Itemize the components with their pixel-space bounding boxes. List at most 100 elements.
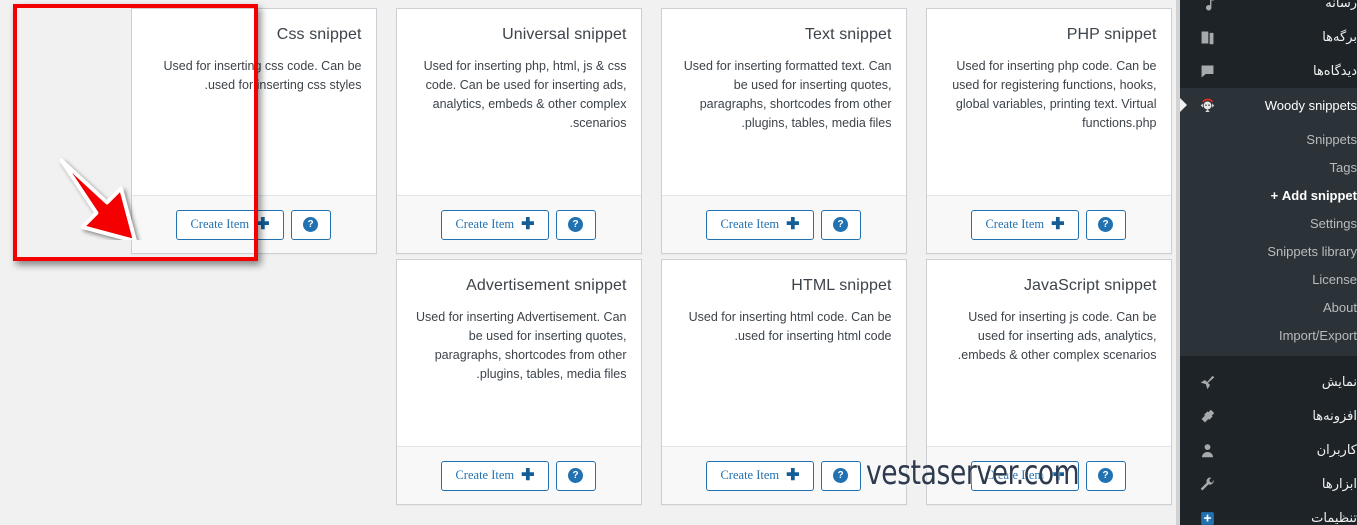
question-mark-icon: ? — [833, 217, 849, 232]
snippet-card-slot: Advertisement snippet Used for inserting … — [386, 259, 651, 505]
create-item-button[interactable]: Create Item ✚ — [441, 460, 549, 491]
woody-icon — [1190, 96, 1224, 115]
sidebar-item-label: ابزارها — [1321, 476, 1357, 491]
tools-icon — [1190, 476, 1224, 493]
create-item-button[interactable]: Create Item ✚ — [176, 209, 284, 240]
snippet-card-title: HTML snippet — [791, 277, 892, 294]
snippet-card-body: PHP snippet Used for inserting php code. … — [927, 9, 1171, 195]
admin-screen: PHP snippet Used for inserting php code. … — [0, 0, 1357, 525]
plus-icon: ✚ — [521, 466, 535, 484]
sidebar-item-label: کاربران — [1316, 442, 1357, 457]
snippet-card-title: Universal snippet — [502, 26, 627, 43]
create-item-label: Create Item — [190, 217, 250, 231]
help-button[interactable]: ? — [290, 209, 331, 240]
content-right-edge — [1176, 0, 1180, 525]
plus-icon: ✚ — [786, 215, 800, 233]
snippet-card-body: Text snippet Used for inserting formatted… — [662, 9, 906, 195]
sidebar-item-woody-snippets[interactable]: Woody snippets — [1180, 88, 1357, 122]
snippet-card-body: JavaScript snippet Used for inserting js … — [927, 260, 1171, 446]
snippet-card-description: Used for inserting php, html, js & css c… — [423, 59, 627, 130]
submenu-item-settings[interactable]: Settings — [1180, 210, 1357, 238]
sidebar-item-label: Woody snippets — [1264, 97, 1357, 113]
snippet-card-title: Css snippet — [276, 26, 362, 43]
snippet-card-footer: Create Item ✚? — [131, 195, 376, 253]
submenu-item-snippets-library[interactable]: Snippets library — [1180, 238, 1357, 266]
plus-icon: ✚ — [521, 215, 535, 233]
sidebar-item-label: افزونه‌ها — [1312, 408, 1357, 423]
sidebar-item-label: تنظیمات — [1311, 510, 1357, 525]
snippet-card-description: Used for inserting formatted text. Can b… — [683, 59, 892, 130]
users-icon — [1190, 442, 1224, 459]
help-button[interactable]: ? — [555, 209, 596, 240]
create-item-label: Create Item — [720, 468, 780, 482]
snippet-card-title: JavaScript snippet — [1023, 277, 1157, 294]
help-button[interactable]: ? — [555, 460, 596, 491]
snippet-card-slot: Text snippet Used for inserting formatted… — [651, 8, 916, 254]
sidebar-item-[interactable]: تنظیمات — [1180, 501, 1357, 525]
sidebar-item-[interactable]: افزونه‌ها — [1180, 399, 1357, 433]
create-item-button[interactable]: Create Item ✚ — [971, 209, 1079, 240]
snippet-card-title: Text snippet — [804, 26, 892, 43]
comments-icon — [1190, 63, 1224, 80]
question-mark-icon: ? — [568, 468, 584, 483]
snippet-card-description: Used for inserting html code. Can be use… — [688, 310, 892, 343]
submenu-item-license[interactable]: License — [1180, 266, 1357, 294]
snippet-card-footer: Create Item ✚? — [396, 195, 641, 253]
snippet-card-description: Used for inserting css code. Can be used… — [163, 59, 362, 92]
submenu-item-snippets[interactable]: Snippets — [1180, 126, 1357, 154]
help-button[interactable]: ? — [1085, 209, 1126, 240]
sidebar-item-label: رسانه — [1325, 0, 1357, 10]
snippet-card: Css snippet Used for inserting css code. … — [130, 8, 377, 254]
create-item-button[interactable]: Create Item ✚ — [441, 209, 549, 240]
snippet-card-title: Advertisement snippet — [466, 277, 627, 294]
question-mark-icon: ? — [303, 217, 319, 232]
snippet-card-title: PHP snippet — [1066, 26, 1157, 43]
snippet-card-body: Universal snippet Used for inserting php,… — [397, 9, 641, 195]
pages-icon — [1190, 29, 1224, 46]
question-mark-icon: ? — [833, 468, 849, 483]
help-button[interactable]: ? — [820, 209, 861, 240]
sidebar-item-label: نمایش — [1321, 374, 1357, 389]
settings-icon — [1190, 510, 1224, 525]
woody-snippets-submenu: Snippets Tags Add snippet + Settings Snippet… — [1180, 122, 1357, 356]
sidebar-separator — [1180, 356, 1357, 365]
sidebar-item-[interactable]: دیدگاه‌ها — [1180, 54, 1357, 88]
snippet-card-footer: Create Item ✚? — [396, 446, 641, 504]
sidebar-item-[interactable]: نمایش — [1180, 365, 1357, 399]
sidebar-item-[interactable]: برگه‌ها — [1180, 20, 1357, 54]
sidebar-item-[interactable]: کاربران — [1180, 433, 1357, 467]
snippet-card: PHP snippet Used for inserting php code. … — [925, 8, 1172, 254]
snippet-card-slot: Css snippet Used for inserting css code. … — [121, 8, 386, 254]
plus-icon: ✚ — [1051, 215, 1065, 233]
create-item-label: Create Item — [455, 217, 515, 231]
submenu-item-about[interactable]: About — [1180, 294, 1357, 322]
media-icon — [1190, 0, 1224, 12]
create-item-label: Create Item — [985, 217, 1045, 231]
snippet-card-slot: Universal snippet Used for inserting php,… — [386, 8, 651, 254]
snippet-card-description: Used for inserting js code. Can be used … — [957, 310, 1157, 362]
sidebar-item-[interactable]: ابزارها — [1180, 467, 1357, 501]
site-watermark: vestaserver.com — [866, 453, 1080, 493]
submenu-item-import-export[interactable]: Import/Export — [1180, 322, 1357, 350]
snippet-card: Text snippet Used for inserting formatted… — [660, 8, 907, 254]
sidebar-item-label: برگه‌ها — [1322, 29, 1357, 44]
plus-icon: ✚ — [786, 466, 800, 484]
submenu-item-add-snippet[interactable]: Add snippet + — [1180, 182, 1357, 210]
snippet-card-footer: Create Item ✚? — [926, 195, 1171, 253]
plugins-icon — [1190, 408, 1224, 425]
snippet-card-body: HTML snippet Used for inserting html code… — [662, 260, 906, 446]
snippet-card-footer: Create Item ✚? — [661, 195, 906, 253]
snippet-card-body: Css snippet Used for inserting css code. … — [132, 9, 376, 195]
snippet-card-slot: PHP snippet Used for inserting php code. … — [916, 8, 1181, 254]
create-item-button[interactable]: Create Item ✚ — [706, 209, 814, 240]
sidebar-item-label: دیدگاه‌ها — [1312, 63, 1357, 78]
question-mark-icon: ? — [1098, 468, 1114, 483]
submenu-item-tags[interactable]: Tags — [1180, 154, 1357, 182]
help-button[interactable]: ? — [1085, 460, 1126, 491]
appearance-icon — [1190, 374, 1224, 391]
sidebar-item-[interactable]: رسانه — [1180, 0, 1357, 20]
help-button[interactable]: ? — [820, 460, 861, 491]
create-item-button[interactable]: Create Item ✚ — [706, 460, 814, 491]
snippet-card-body: Advertisement snippet Used for inserting … — [397, 260, 641, 446]
question-mark-icon: ? — [568, 217, 584, 232]
